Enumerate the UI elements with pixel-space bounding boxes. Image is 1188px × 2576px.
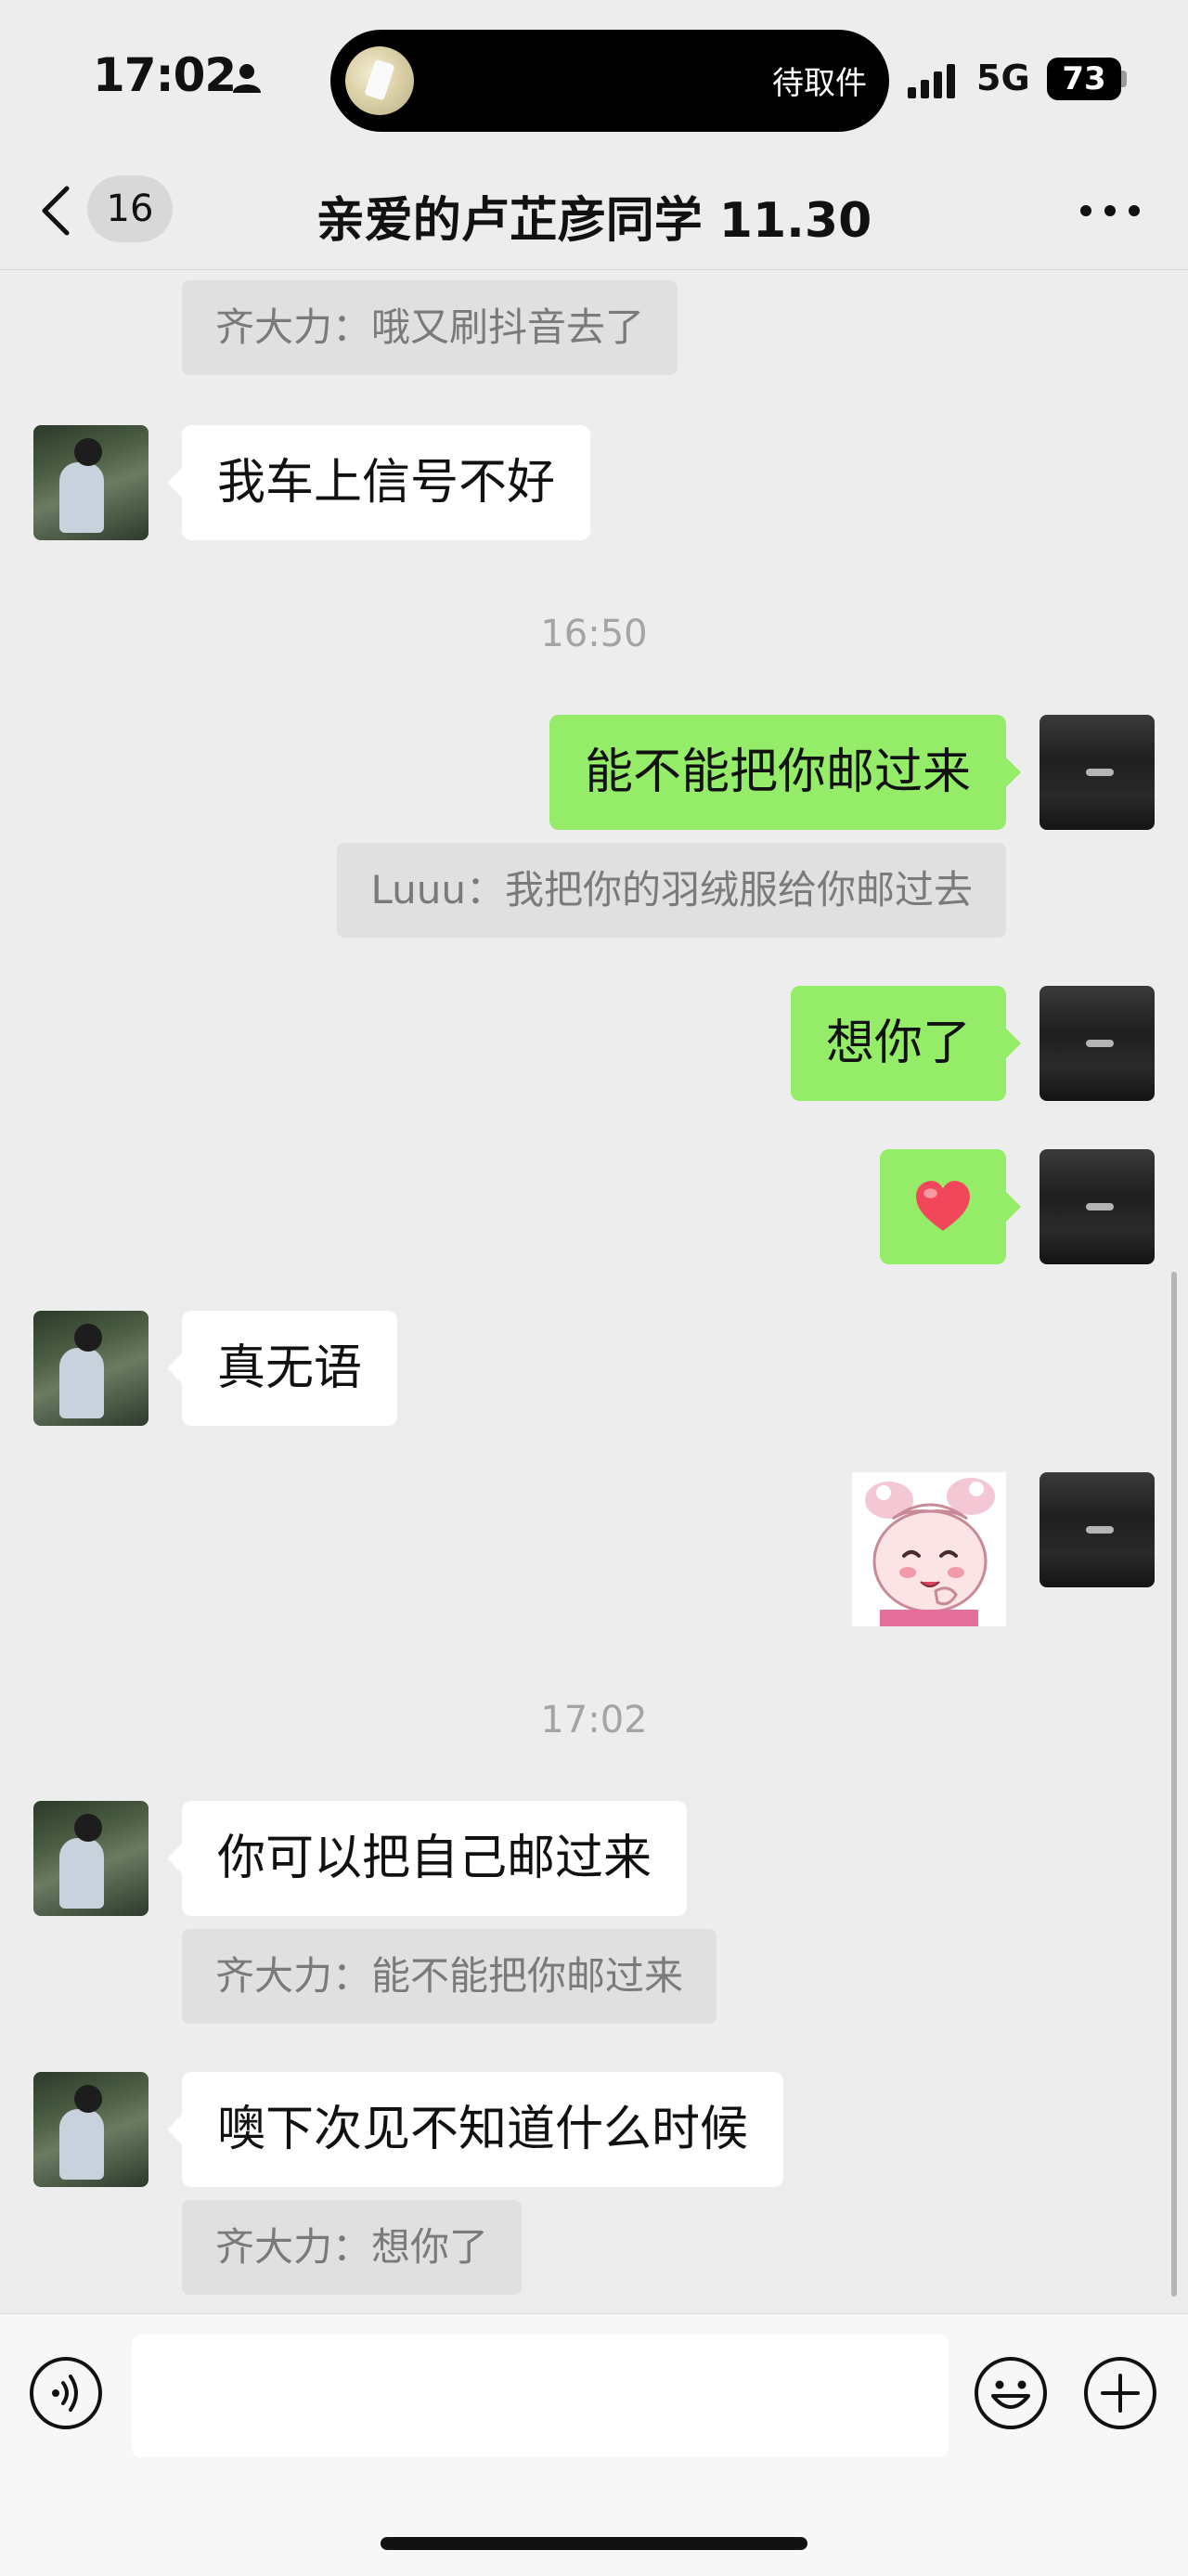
chat-title: 亲爱的卢芷彦同学 11.30 [316, 193, 872, 249]
unread-count-badge[interactable]: 16 [87, 175, 173, 242]
emoji-icon[interactable] [973, 2355, 1049, 2431]
signal-icon [908, 64, 955, 98]
network-type: 5G [976, 58, 1030, 98]
dynamic-island[interactable]: 待取件 [330, 30, 889, 132]
status-time: 17:02 [93, 48, 237, 102]
outgoing-message[interactable]: 想你了 [790, 986, 1022, 1101]
quoted-reply[interactable]: 齐大力：哦又刷抖音去了 [182, 280, 678, 375]
home-indicator[interactable] [381, 2537, 807, 2550]
contact-avatar[interactable] [33, 425, 148, 540]
incoming-message[interactable]: 你可以把自己邮过来 [166, 1801, 688, 1916]
outgoing-emoji-message[interactable] [880, 1149, 1021, 1264]
contact-avatar[interactable] [33, 2072, 148, 2187]
quoted-reply[interactable]: Luuu：我把你的羽绒服给你邮过去 [337, 843, 1006, 938]
more-options-icon[interactable] [1073, 200, 1147, 222]
pleasant-goat-sticker[interactable] [852, 1472, 1006, 1626]
outgoing-message[interactable]: 能不能把你邮过来 [549, 715, 1022, 830]
contact-avatar[interactable] [33, 1801, 148, 1916]
my-avatar[interactable] [1040, 986, 1155, 1101]
incoming-message[interactable]: 真无语 [166, 1311, 398, 1426]
battery-level: 73 [1062, 60, 1106, 97]
my-avatar[interactable] [1040, 715, 1155, 830]
person-icon [233, 64, 261, 93]
heart-icon [916, 1181, 970, 1231]
message-input[interactable] [132, 2335, 949, 2457]
battery-cap [1121, 71, 1127, 87]
incoming-message[interactable]: 噢下次见不知道什么时候 [166, 2072, 784, 2187]
chat-header: 16 亲爱的卢芷彦同学 11.30 [0, 162, 1188, 270]
incoming-message[interactable]: 我车上信号不好 [166, 425, 591, 540]
sticker-image [852, 1472, 1006, 1626]
time-divider: 16:50 [540, 613, 648, 655]
quoted-reply[interactable]: 齐大力：能不能把你邮过来 [182, 1929, 717, 2024]
my-avatar[interactable] [1040, 1472, 1155, 1587]
status-bar: 17:02 待取件 5G 73 [0, 0, 1188, 162]
time-divider: 17:02 [540, 1699, 648, 1741]
quoted-reply[interactable]: 齐大力：想你了 [182, 2200, 523, 2295]
scrollbar[interactable] [1171, 1272, 1177, 2297]
voice-icon[interactable] [28, 2355, 104, 2431]
back-chevron-icon[interactable] [37, 183, 74, 239]
island-status-text: 待取件 [772, 65, 867, 102]
plus-icon[interactable] [1082, 2355, 1158, 2431]
battery-icon: 73 [1047, 58, 1121, 100]
parcel-thumbnail-icon [345, 46, 414, 115]
my-avatar[interactable] [1040, 1149, 1155, 1264]
input-bar [0, 2313, 1188, 2576]
contact-avatar[interactable] [33, 1311, 148, 1426]
